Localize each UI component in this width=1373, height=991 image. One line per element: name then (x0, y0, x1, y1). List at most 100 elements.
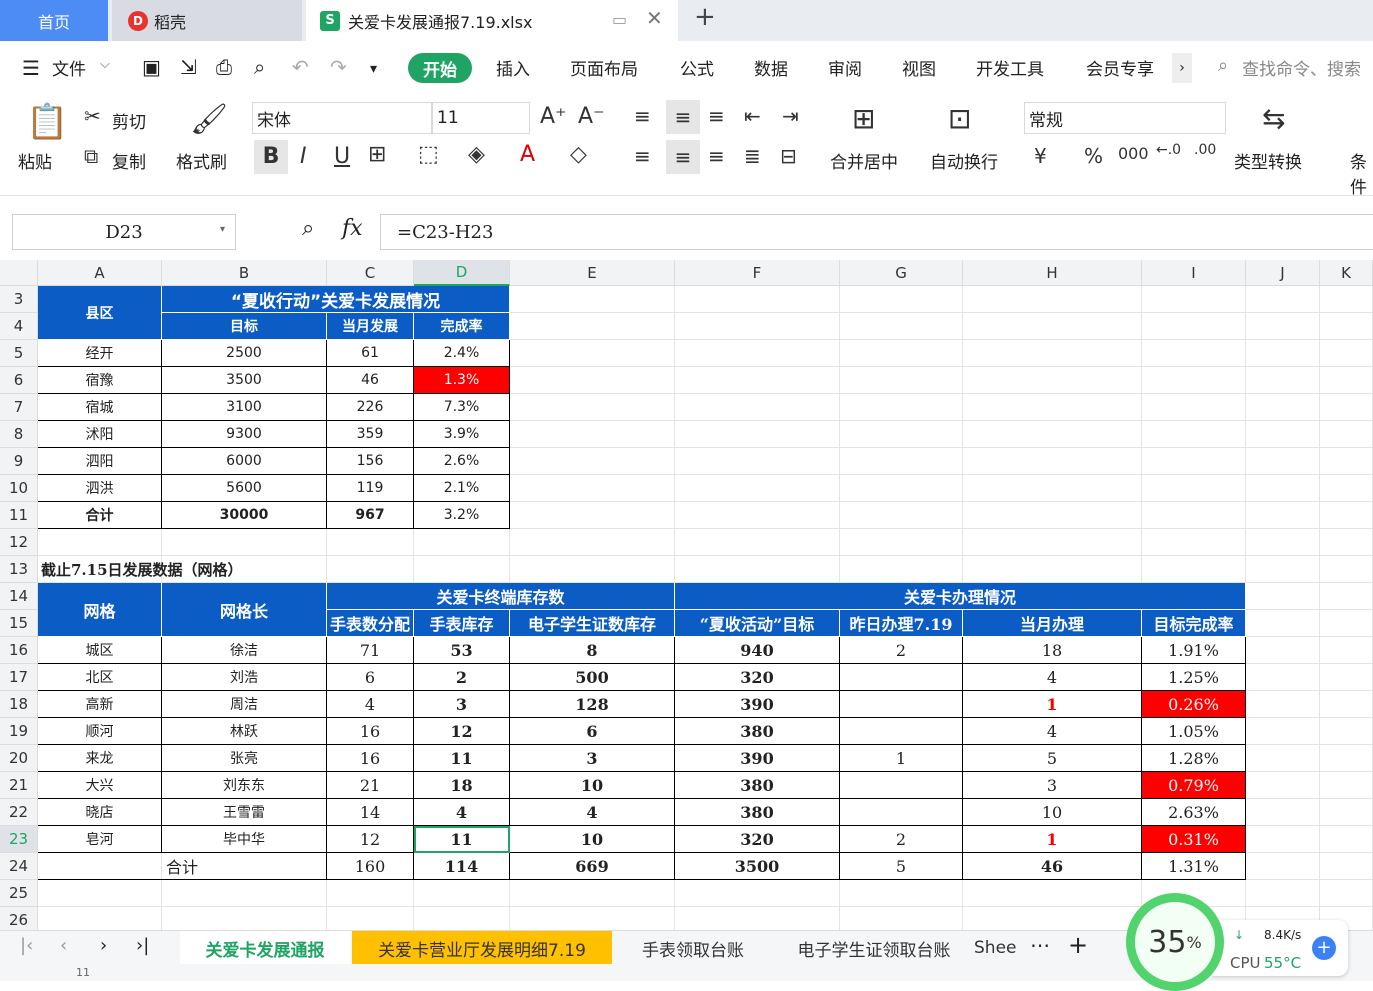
grid-cell[interactable] (1142, 286, 1246, 313)
table1-cell[interactable]: 3.9% (414, 421, 510, 448)
font-grow-icon[interactable]: A⁺ (540, 104, 567, 129)
grid-cell[interactable] (1246, 664, 1320, 691)
zoom-icon[interactable]: ⌕ (302, 216, 314, 241)
table2-cell[interactable]: 11 (414, 745, 510, 772)
close-tab-icon[interactable]: ✕ (646, 6, 663, 30)
grid-cell[interactable] (1320, 502, 1373, 529)
grid-cell[interactable] (1246, 718, 1320, 745)
grid-cell[interactable] (1320, 826, 1373, 853)
row-header[interactable]: 19 (0, 718, 38, 745)
inventory-group-header[interactable]: 关爱卡终端库存数 (327, 583, 675, 610)
font-shrink-icon[interactable]: A⁻ (578, 104, 605, 129)
table2-cell[interactable]: 390 (675, 745, 840, 772)
grid-cell[interactable] (510, 340, 675, 367)
table2-column-header[interactable]: 手表数分配 (327, 610, 414, 637)
table2-cell[interactable]: 高新 (38, 691, 162, 718)
column-header[interactable]: E (510, 260, 675, 286)
row-header[interactable]: 4 (0, 313, 38, 340)
table2-cell[interactable]: 4 (963, 718, 1142, 745)
tab-home[interactable]: 首页 (0, 0, 108, 41)
undo-icon[interactable]: ↶ (292, 55, 309, 79)
align-bottom-icon[interactable]: ≡ (708, 104, 725, 128)
table2-cell[interactable] (840, 772, 963, 799)
table1-cell[interactable]: 119 (327, 475, 414, 502)
grid-cell[interactable] (1142, 313, 1246, 340)
grid-cell[interactable] (38, 529, 162, 556)
grid-cell[interactable] (840, 421, 963, 448)
table2-cell[interactable]: 3 (510, 745, 675, 772)
table2-total-label[interactable]: 合计 (38, 853, 327, 880)
table1-cell[interactable]: 2.1% (414, 475, 510, 502)
grid-cell[interactable] (1246, 286, 1320, 313)
grid-cell[interactable] (675, 448, 840, 475)
table2-column-header[interactable]: “夏收活动”目标 (675, 610, 840, 637)
table2-cell[interactable]: 刘东东 (162, 772, 327, 799)
row-header[interactable]: 23 (0, 826, 38, 853)
table2-cell[interactable] (840, 664, 963, 691)
grid-cell[interactable] (1320, 853, 1373, 880)
grid-cell[interactable] (1142, 367, 1246, 394)
table1-cell[interactable]: 30000 (162, 502, 327, 529)
eraser-icon[interactable]: ◇ (570, 142, 587, 167)
table2-cell[interactable]: 2 (840, 826, 963, 853)
table1-cell[interactable]: 61 (327, 340, 414, 367)
row-header[interactable]: 25 (0, 880, 38, 907)
grid-cell[interactable] (1320, 799, 1373, 826)
row-header[interactable]: 22 (0, 799, 38, 826)
table2-cell[interactable]: 21 (327, 772, 414, 799)
table1-cell[interactable]: 5600 (162, 475, 327, 502)
grid-cell[interactable] (675, 313, 840, 340)
grid-cell[interactable] (414, 880, 510, 907)
grid-cell[interactable] (1320, 745, 1373, 772)
grid-cell[interactable] (1320, 880, 1373, 907)
table2-cell[interactable]: 刘浩 (162, 664, 327, 691)
table1-cell[interactable]: 经开 (38, 340, 162, 367)
menu-item[interactable]: 公式 (680, 55, 714, 80)
grid-header[interactable]: 网格 (38, 583, 162, 637)
last-sheet-icon[interactable]: ›| (136, 935, 149, 956)
grid-cell[interactable] (1320, 637, 1373, 664)
border-icon[interactable]: ⊞ (368, 142, 386, 167)
table2-cell[interactable]: 城区 (38, 637, 162, 664)
table1-cell[interactable]: 359 (327, 421, 414, 448)
grid-cell[interactable] (1246, 583, 1320, 610)
menu-item[interactable]: 会员专享 (1086, 55, 1154, 80)
grid-cell[interactable] (963, 502, 1142, 529)
grid-cell[interactable] (840, 448, 963, 475)
fill-color-icon[interactable]: ◈ (468, 142, 485, 167)
grid-cell[interactable] (840, 286, 963, 313)
table2-cell[interactable]: 940 (675, 637, 840, 664)
grid-cell[interactable] (1246, 826, 1320, 853)
grid-cell[interactable] (675, 880, 840, 907)
table2-cell[interactable]: 1 (840, 745, 963, 772)
grid-cell[interactable] (510, 313, 675, 340)
grid-cell[interactable] (510, 529, 675, 556)
italic-icon[interactable]: I (300, 144, 307, 169)
type-convert-button[interactable]: 类型转换 (1234, 148, 1302, 173)
wrap-text-icon[interactable]: ⊡ (948, 102, 971, 135)
row-header[interactable]: 13 (0, 556, 38, 583)
grid-cell[interactable] (1320, 421, 1373, 448)
thousands-icon[interactable]: 000 (1118, 144, 1149, 163)
table2-cell[interactable]: 周洁 (162, 691, 327, 718)
table2-cell[interactable]: 390 (675, 691, 840, 718)
chevron-down-icon[interactable]: ⌵ (100, 57, 110, 72)
grid-cell[interactable] (1142, 394, 1246, 421)
table2-cell[interactable]: 500 (510, 664, 675, 691)
grid-cell[interactable] (675, 394, 840, 421)
table2-cell[interactable]: 2 (840, 637, 963, 664)
grid-cell[interactable] (1246, 475, 1320, 502)
table1-column-header[interactable]: 当月发展 (327, 313, 414, 340)
table2-total-cell[interactable]: 160 (327, 853, 414, 880)
grid-cell[interactable] (1246, 610, 1320, 637)
indent-decrease-icon[interactable]: ⇤ (744, 104, 761, 128)
table2-cell[interactable]: 徐洁 (162, 637, 327, 664)
more-dropdown-icon[interactable]: ▾ (370, 61, 377, 77)
grid-cell[interactable] (414, 529, 510, 556)
table2-cell[interactable]: 320 (675, 664, 840, 691)
row-header[interactable]: 7 (0, 394, 38, 421)
grid-cell[interactable] (1142, 502, 1246, 529)
table2-cell[interactable]: 71 (327, 637, 414, 664)
grid-cell[interactable] (1320, 556, 1373, 583)
row-header[interactable]: 17 (0, 664, 38, 691)
